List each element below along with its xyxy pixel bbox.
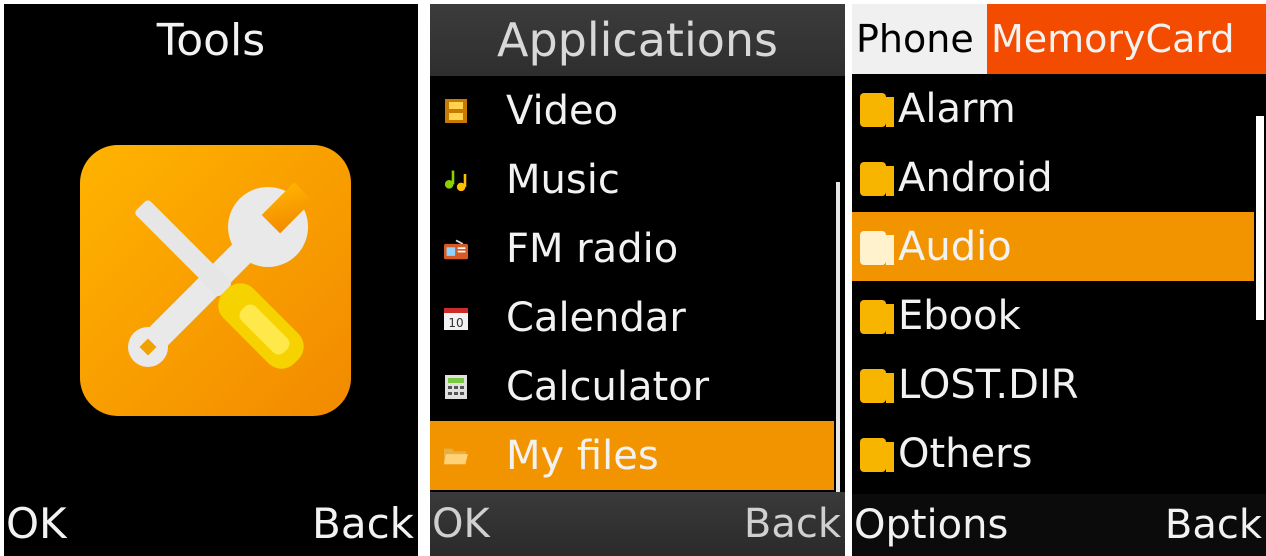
list-item-video[interactable]: Video	[430, 76, 834, 145]
calendar-icon: 10	[444, 306, 468, 330]
folder-item-ebook[interactable]: Ebook	[852, 281, 1266, 350]
tab-phone[interactable]: Phone	[852, 4, 987, 74]
list-item-music[interactable]: Music	[430, 145, 834, 214]
back-softkey[interactable]: Back	[744, 492, 841, 556]
list-item-label: FM radio	[506, 225, 679, 272]
folder-icon	[860, 230, 894, 265]
folder-item-android[interactable]: Android	[852, 143, 1266, 212]
folder-list: Alarm Android Audio Ebook LOST.DIR Other…	[852, 74, 1266, 488]
folder-label: Android	[898, 154, 1053, 201]
folder-icon	[444, 444, 468, 468]
folder-icon	[860, 92, 894, 127]
list-item-label: Video	[506, 87, 619, 134]
applications-list: Video Music FM radio 10 Calendar Calcula…	[430, 76, 834, 490]
calculator-icon	[444, 374, 468, 399]
folder-item-alarm[interactable]: Alarm	[852, 74, 1266, 143]
list-item-label: Calendar	[506, 294, 686, 341]
folder-icon	[860, 368, 894, 403]
folder-item-others[interactable]: Others	[852, 419, 1266, 488]
file-manager-screen: Phone MemoryCard Alarm Android Audio Ebo…	[852, 4, 1266, 556]
list-item-my-files[interactable]: My files	[430, 421, 834, 490]
svg-text:10: 10	[448, 316, 463, 330]
options-softkey[interactable]: Options	[854, 494, 1008, 556]
folder-icon	[860, 161, 894, 196]
tools-screen: Tools OK Back	[4, 4, 418, 556]
ok-softkey[interactable]: OK	[6, 496, 67, 552]
folder-label: LOST.DIR	[898, 361, 1079, 408]
folder-label: Ebook	[898, 292, 1021, 339]
folder-label: Audio	[898, 223, 1012, 270]
folder-icon	[860, 437, 894, 472]
ok-softkey[interactable]: OK	[432, 492, 490, 556]
list-item-calculator[interactable]: Calculator	[430, 352, 834, 421]
music-icon	[444, 168, 468, 192]
list-item-label: Music	[506, 156, 620, 203]
folder-item-lost-dir[interactable]: LOST.DIR	[852, 350, 1266, 419]
list-item-calendar[interactable]: 10 Calendar	[430, 283, 834, 352]
screen-title: Tools	[156, 15, 266, 66]
list-item-label: Calculator	[506, 363, 710, 410]
screen-title: Applications	[430, 4, 845, 76]
storage-tabs: Phone MemoryCard	[852, 4, 1266, 74]
back-softkey[interactable]: Back	[312, 496, 414, 552]
scrollbar[interactable]	[836, 182, 840, 502]
folder-label: Others	[898, 430, 1033, 477]
softkey-bar: OK Back	[4, 494, 418, 556]
folder-item-audio[interactable]: Audio	[852, 212, 1254, 281]
scrollbar[interactable]	[1256, 116, 1264, 320]
applications-screen: Applications Video Music FM radio 10 Cal…	[430, 4, 845, 556]
tab-memory-card[interactable]: MemoryCard	[987, 4, 1266, 74]
folder-icon	[860, 299, 894, 334]
radio-icon	[444, 237, 468, 261]
list-item-fm-radio[interactable]: FM radio	[430, 214, 834, 283]
softkey-bar: Options Back	[852, 494, 1266, 556]
list-item-label: My files	[506, 432, 659, 479]
softkey-bar: OK Back	[430, 492, 845, 556]
folder-label: Alarm	[898, 85, 1016, 132]
tools-icon[interactable]	[80, 145, 351, 416]
video-icon	[444, 98, 468, 123]
back-softkey[interactable]: Back	[1165, 494, 1262, 556]
